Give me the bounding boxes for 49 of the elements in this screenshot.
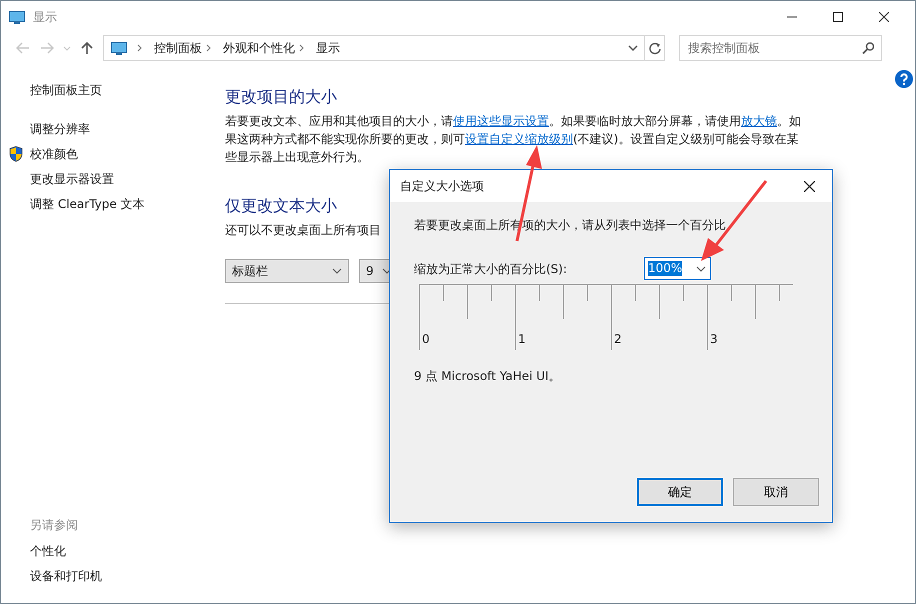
search-field[interactable]: 搜索控制面板 xyxy=(679,35,882,61)
window-title: 显示 xyxy=(33,9,57,26)
close-icon xyxy=(879,12,889,22)
cancel-button[interactable]: 取消 xyxy=(733,478,819,506)
sidebar-link[interactable]: 调整分辨率 xyxy=(30,120,90,138)
chevron-down-icon xyxy=(628,45,638,51)
chevron-right-icon xyxy=(299,44,305,52)
scale-label: 缩放为正常大小的百分比(S): xyxy=(414,260,568,278)
sidebar-link[interactable]: 调整 ClearType 文本 xyxy=(30,194,145,212)
maximize-icon xyxy=(833,12,843,22)
element-dropdown[interactable]: 标题栏 xyxy=(225,259,349,284)
dialog-title: 自定义大小选项 xyxy=(400,178,484,195)
text-link[interactable]: 使用这些显示设置 xyxy=(453,114,549,128)
left-arrow-icon xyxy=(16,42,30,54)
breadcrumb-link[interactable]: 显示 xyxy=(316,39,340,57)
see-also-link[interactable]: 个性化 xyxy=(30,542,66,560)
chevron-right-icon xyxy=(206,44,212,52)
description-text: 若要更改文本、应用和其他项目的大小，请使用这些显示设置。如果要临时放大部分屏幕，请使用放大镜。如果这两种方式都不能实现你所要的更改，则可设置自定义缩放级别(不建议)。设置自定义级别可能会导致在某些显示器上出现意外行为。 xyxy=(225,113,802,166)
see-also-link[interactable]: 设备和打印机 xyxy=(30,567,102,585)
sidebar-link[interactable]: 更改显示器设置 xyxy=(30,170,114,188)
search-icon xyxy=(862,42,874,54)
close-icon xyxy=(804,180,814,192)
text-link[interactable]: 设置自定义缩放级别 xyxy=(465,132,573,146)
breadcrumb-link[interactable]: 外观和个性化 xyxy=(223,39,295,57)
percentage-dropdown[interactable]: 100% xyxy=(644,257,711,280)
chevron-down-icon xyxy=(696,266,706,272)
text-link[interactable]: 放大镜 xyxy=(741,114,777,128)
see-also-heading: 另请参阅 xyxy=(30,517,79,534)
chevron-down-icon xyxy=(63,46,71,50)
up-arrow-icon xyxy=(80,42,94,54)
ok-button[interactable]: 确定 xyxy=(637,478,723,506)
sidebar-link[interactable]: 控制面板主页 xyxy=(30,81,195,99)
display-icon xyxy=(111,40,127,56)
ruler-label: 0 xyxy=(422,332,430,346)
ruler-label: 1 xyxy=(518,332,526,346)
chevron-right-icon xyxy=(137,44,143,52)
right-arrow-icon xyxy=(40,42,54,54)
description-text: 还可以不更改桌面上所有项目 xyxy=(225,222,382,240)
section-heading: 仅更改文本大小 xyxy=(225,196,338,216)
display-icon xyxy=(9,10,25,24)
font-info-text: 9 点 Microsoft YaHei UI。 xyxy=(414,368,562,385)
ruler-label: 3 xyxy=(710,332,718,346)
refresh-icon xyxy=(648,42,660,54)
ruler-label: 2 xyxy=(614,332,622,346)
help-icon[interactable] xyxy=(895,70,913,88)
chevron-down-icon xyxy=(332,268,342,274)
sidebar-link[interactable]: 校准颜色 xyxy=(30,144,78,162)
section-heading: 更改项目的大小 xyxy=(225,87,338,106)
breadcrumb-link[interactable]: 控制面板 xyxy=(154,39,202,57)
